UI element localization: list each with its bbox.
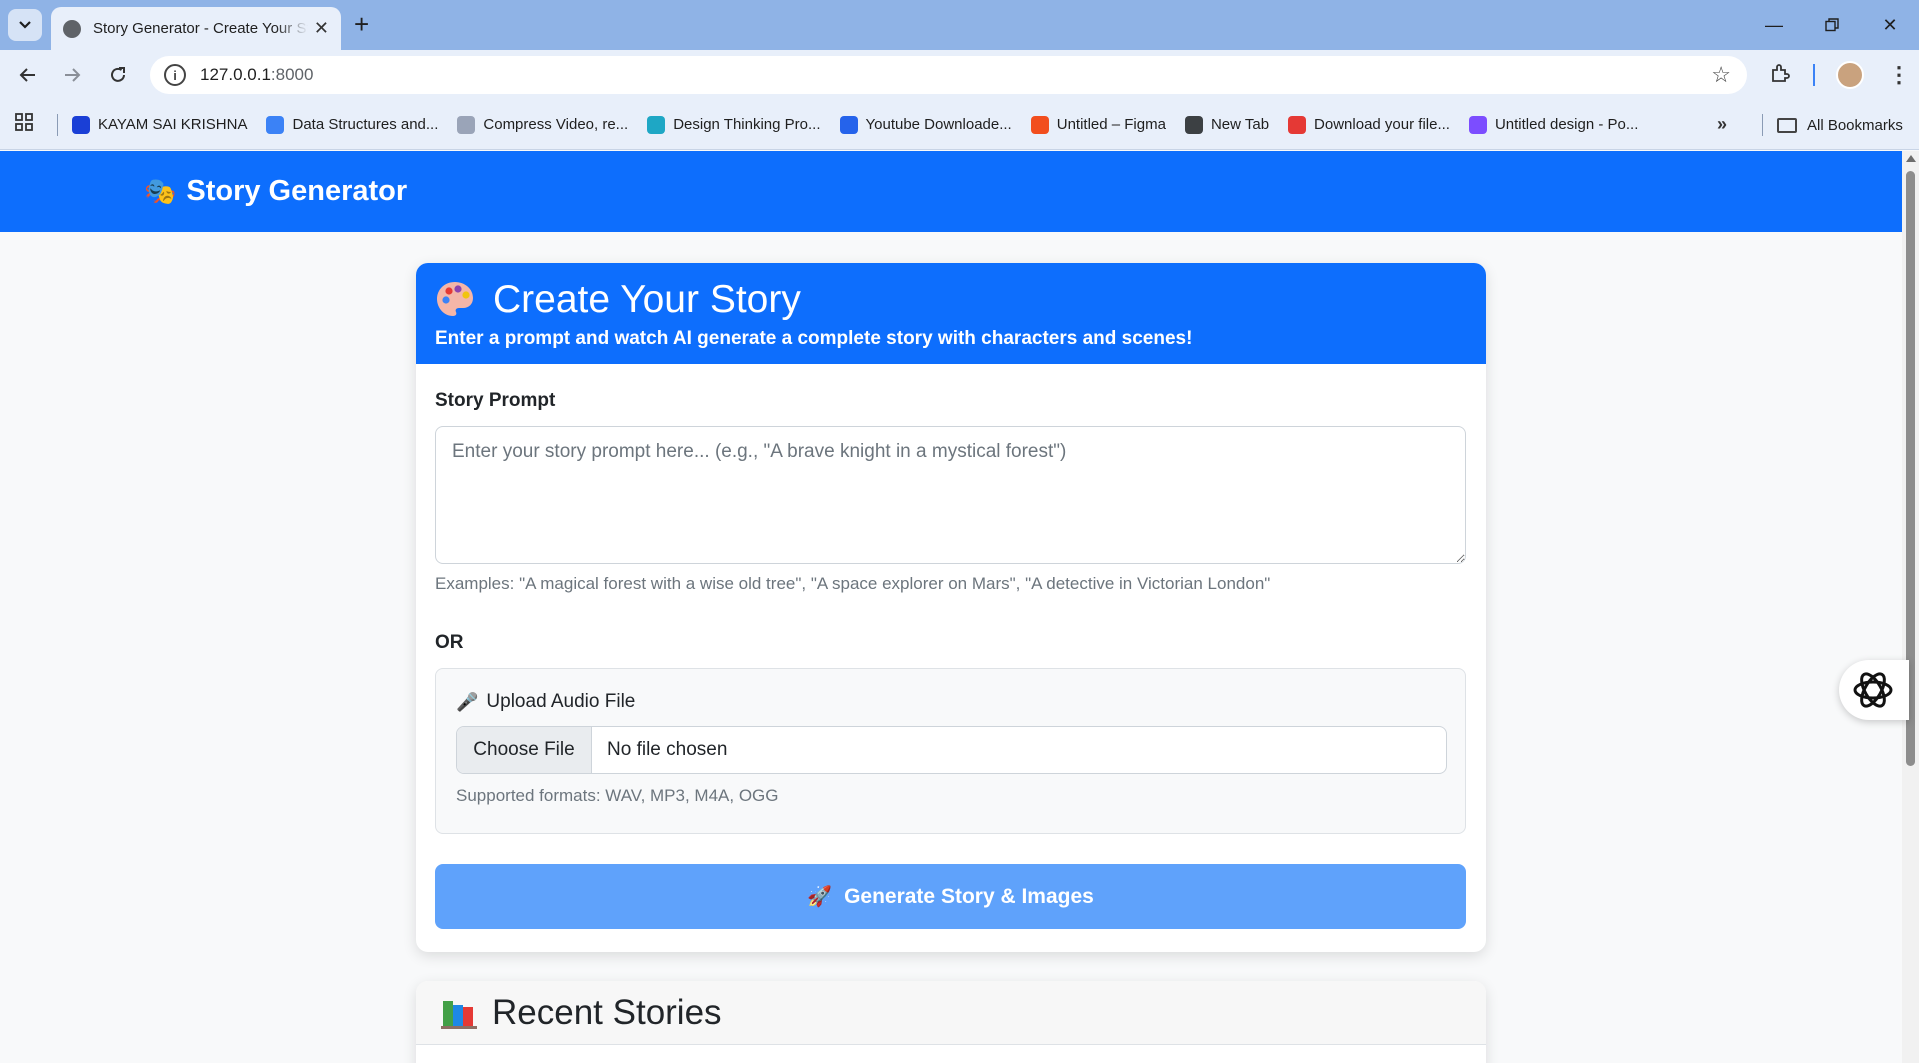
bookmark-label: New Tab: [1210, 116, 1270, 133]
kebab-menu-icon[interactable]: ⋮: [1888, 62, 1910, 88]
top-navbar: 🎭 Story Generator: [0, 151, 1902, 232]
bookmark-item[interactable]: KAYAM SAI KRISHNA: [72, 115, 248, 134]
bookmark-favicon-icon: [1030, 115, 1049, 134]
tab-title: Story Generator - Create Your Story: [93, 20, 308, 37]
bookmark-label: KAYAM SAI KRISHNA: [98, 116, 248, 133]
rocket-icon: 🚀: [807, 886, 833, 908]
globe-icon: [63, 19, 81, 38]
bookmark-item[interactable]: Untitled – Figma: [1030, 115, 1166, 134]
microphone-icon: 🎤: [456, 691, 479, 712]
reload-button[interactable]: [103, 60, 133, 90]
generate-button-label: Generate Story & Images: [844, 884, 1094, 908]
bookmark-item[interactable]: Youtube Downloade...: [839, 115, 1012, 134]
file-name-display: No file chosen: [607, 739, 728, 760]
bookmark-star-icon[interactable]: ☆: [1711, 62, 1731, 88]
bookmark-list: KAYAM SAI KRISHNA Data Structures and... C…: [72, 115, 1657, 134]
bookmark-favicon-icon: [72, 115, 90, 134]
bookmark-favicon-icon: [647, 115, 666, 134]
bookmark-favicon-icon: [457, 115, 476, 134]
recent-stories-header: Recent Stories: [416, 981, 1486, 1045]
supported-formats: Supported formats: WAV, MP3, M4A, OGG: [456, 786, 779, 805]
bookmark-favicon-icon: [839, 115, 858, 134]
more-bookmarks-icon[interactable]: »: [1717, 114, 1727, 135]
folder-icon: [1777, 117, 1797, 133]
story-prompt-label: Story Prompt: [435, 390, 556, 411]
extensions-icon[interactable]: [1769, 62, 1791, 90]
bookmarks-divider: [57, 113, 58, 136]
recent-stories-title: Recent Stories: [492, 992, 722, 1032]
arrow-left-icon: [19, 68, 35, 82]
new-tab-button[interactable]: +: [354, 10, 369, 38]
floating-assistant-button[interactable]: [1839, 660, 1909, 720]
profile-avatar[interactable]: [1836, 61, 1864, 89]
window-controls: — ✕: [1745, 0, 1919, 50]
toolbar-divider: [1813, 64, 1815, 86]
story-prompt-input[interactable]: [435, 426, 1466, 564]
bookmark-favicon-icon: [1184, 115, 1203, 134]
all-bookmarks-button[interactable]: All Bookmarks: [1762, 114, 1903, 136]
minimize-button[interactable]: —: [1745, 0, 1803, 50]
back-button[interactable]: [13, 60, 43, 90]
bookmark-label: Compress Video, re...: [483, 116, 629, 133]
bookmarks-divider: [1762, 114, 1763, 136]
scroll-up-arrow-icon[interactable]: [1906, 155, 1916, 162]
bookmark-label: Design Thinking Pro...: [673, 116, 821, 133]
bookmark-label: Untitled design - Po...: [1494, 116, 1639, 133]
bookmarks-bar: KAYAM SAI KRISHNA Data Structures and... C…: [0, 100, 1919, 150]
theater-masks-icon: 🎭: [144, 176, 177, 206]
close-window-button[interactable]: ✕: [1861, 0, 1919, 50]
bookmark-label: Youtube Downloade...: [865, 116, 1012, 133]
audio-upload-section: 🎤 Upload Audio File Choose File No file …: [435, 668, 1466, 834]
bookmark-item[interactable]: Compress Video, re...: [457, 115, 629, 134]
bookmark-label: Untitled – Figma: [1056, 116, 1166, 133]
bookmark-item[interactable]: Data Structures and...: [266, 115, 439, 134]
generate-story-button[interactable]: 🚀 Generate Story & Images: [435, 864, 1466, 929]
tab-search-button[interactable]: [8, 9, 42, 41]
books-icon: [441, 1000, 477, 1029]
bookmark-favicon-icon: [1468, 115, 1487, 134]
site-info-icon[interactable]: i: [164, 64, 186, 86]
brand-title: Story Generator: [186, 175, 408, 207]
or-divider-label: OR: [435, 632, 464, 653]
prompt-examples: Examples: "A magical forest with a wise …: [435, 574, 1271, 593]
bookmark-item[interactable]: Untitled design - Po...: [1468, 115, 1639, 134]
restore-button[interactable]: [1803, 0, 1861, 50]
reload-icon: [111, 67, 125, 82]
bookmark-item[interactable]: Download your file...: [1288, 115, 1450, 134]
apps-grid-icon[interactable]: [15, 112, 35, 137]
bookmark-item[interactable]: New Tab: [1184, 115, 1270, 134]
card-title: Create Your Story: [435, 277, 1467, 323]
browser-tabstrip: Story Generator - Create Your Story ✕ + …: [0, 0, 1919, 50]
card-header: Create Your Story Enter a prompt and wat…: [416, 263, 1486, 364]
audio-file-input[interactable]: Choose File No file chosen: [456, 726, 1447, 774]
recent-stories-card: Recent Stories: [416, 981, 1486, 1063]
chevron-down-icon: [19, 21, 31, 29]
bookmark-favicon-icon: [266, 115, 285, 134]
bookmark-item[interactable]: Design Thinking Pro...: [647, 115, 821, 134]
choose-file-button[interactable]: Choose File: [457, 727, 592, 773]
address-bar[interactable]: i 127.0.0.1:8000 ☆: [150, 56, 1747, 94]
close-icon[interactable]: ✕: [314, 18, 329, 39]
forward-button[interactable]: [57, 60, 87, 90]
palette-icon: [437, 282, 473, 316]
card-body: Story Prompt Examples: "A magical forest…: [416, 364, 1486, 929]
page-viewport: 🎭 Story Generator Create Your Story Ente…: [0, 151, 1902, 1063]
browser-toolbar: i 127.0.0.1:8000 ☆ ⋮: [0, 50, 1919, 100]
create-story-card: Create Your Story Enter a prompt and wat…: [416, 263, 1486, 952]
brand-link[interactable]: 🎭 Story Generator: [144, 175, 407, 208]
upload-audio-label: 🎤 Upload Audio File: [456, 691, 1445, 713]
bookmark-label: Download your file...: [1314, 116, 1450, 133]
page-scrollbar[interactable]: [1902, 151, 1919, 1063]
upload-audio-text: Upload Audio File: [486, 691, 636, 712]
openai-logo-icon: [1853, 672, 1893, 708]
bookmark-label: Data Structures and...: [292, 116, 439, 133]
card-title-text: Create Your Story: [493, 278, 801, 321]
arrow-right-icon: [65, 68, 81, 82]
all-bookmarks-label: All Bookmarks: [1807, 116, 1903, 134]
bookmark-favicon-icon: [1288, 115, 1307, 134]
browser-tab-active[interactable]: Story Generator - Create Your Story ✕: [51, 7, 341, 50]
restore-icon: [1825, 18, 1839, 32]
card-subtitle: Enter a prompt and watch AI generate a c…: [435, 328, 1193, 349]
url-text: 127.0.0.1:8000: [200, 65, 314, 84]
